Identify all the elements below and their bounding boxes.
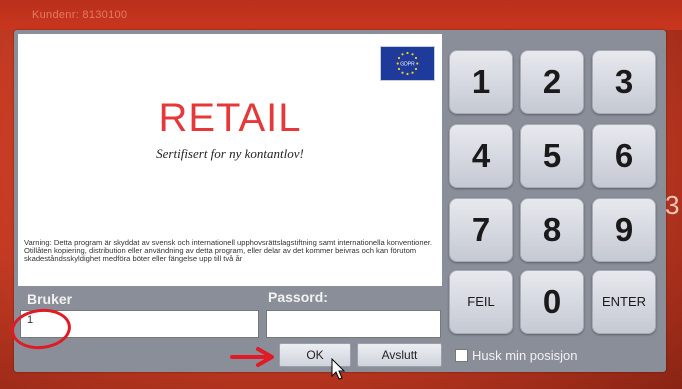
brand-title: RETAIL — [158, 96, 302, 140]
brand-subtitle: Sertifisert for ny kontantlov! — [156, 146, 304, 161]
title-bar: Kundenr: 8130100 — [0, 0, 682, 30]
password-label: Passord: — [268, 289, 328, 305]
password-field[interactable] — [266, 310, 441, 338]
annotation-arrow-icon — [230, 347, 274, 367]
customer-number: Kundenr: 8130100 — [32, 9, 128, 21]
key-0[interactable]: 0 — [520, 270, 584, 334]
copyright-warning: Varning: Detta program är skyddat av sve… — [24, 238, 433, 264]
key-8[interactable]: 8 — [520, 198, 584, 262]
gdpr-text: GDPR — [400, 62, 415, 68]
key-3[interactable]: 3 — [592, 50, 656, 114]
key-5[interactable]: 5 — [520, 124, 584, 188]
remember-position-checkbox[interactable] — [455, 349, 468, 362]
key-1[interactable]: 1 — [449, 50, 513, 114]
key-error[interactable]: FEIL — [449, 270, 513, 334]
edge-text: 3 — [665, 190, 680, 220]
key-2[interactable]: 2 — [520, 50, 584, 114]
user-label: Bruker — [27, 291, 73, 307]
key-9[interactable]: 9 — [592, 198, 656, 262]
key-6[interactable]: 6 — [592, 124, 656, 188]
key-4[interactable]: 4 — [449, 124, 513, 188]
gdpr-badge-icon: GDPR — [380, 46, 435, 81]
key-7[interactable]: 7 — [449, 198, 513, 262]
mouse-cursor-icon — [331, 358, 346, 380]
remember-position-label: Husk min posisjon — [472, 348, 578, 363]
exit-button[interactable]: Avslutt — [357, 343, 442, 367]
key-enter[interactable]: ENTER — [592, 270, 656, 334]
